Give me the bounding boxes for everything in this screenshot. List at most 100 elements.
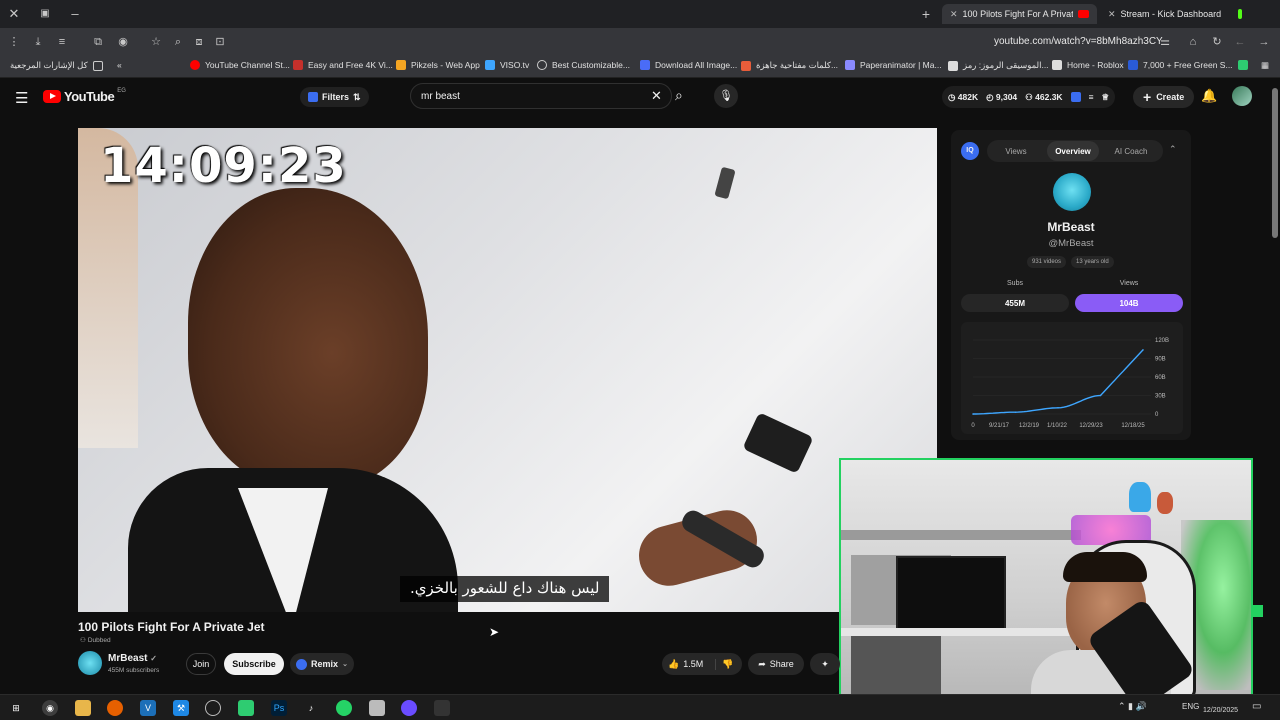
windows-start-icon[interactable]: ⊞ (8, 700, 24, 716)
tab-overview[interactable]: Overview (1047, 141, 1099, 161)
clear-search-icon[interactable]: ✕ (651, 88, 662, 104)
bookmark-item[interactable]: كلمات مفتاحية جاهزة... (741, 60, 838, 71)
menu-icon[interactable]: ⋮ (6, 34, 22, 50)
subs-label: Subs (1007, 280, 1023, 287)
cam-figure-2 (1157, 492, 1173, 514)
bookmark-item[interactable]: Pikzels - Web App (396, 60, 480, 70)
tab-ai-coach[interactable]: AI Coach (1103, 141, 1159, 161)
bookmark-item[interactable]: Home - Roblox (1052, 60, 1124, 70)
search-icon[interactable]: ⌕ (675, 87, 683, 104)
bookmark-item[interactable]: Download All Image... (640, 60, 737, 70)
viso-icon (485, 60, 495, 70)
create-button[interactable]: + Create (1133, 86, 1195, 108)
age-badge: 13 years old (1071, 256, 1114, 268)
app-icon[interactable]: ⚒ (173, 700, 189, 716)
ask-button[interactable]: ✦ (810, 653, 840, 675)
whatsapp-icon[interactable] (336, 700, 352, 716)
tab-label: 100 Pilots Fight For A Private Jet (962, 9, 1073, 19)
close-icon[interactable]: ✕ (5, 5, 23, 23)
firefox-icon[interactable] (107, 700, 123, 716)
remix-button[interactable]: Remix ⌄ (290, 653, 354, 675)
tray-icons[interactable]: ⌃ ▮ 🔊 (1118, 701, 1147, 712)
list-icon[interactable]: ≡ (1089, 92, 1094, 102)
youtube-logo[interactable]: YouTube EG (43, 88, 126, 104)
clock-date[interactable]: 12/20/2025 (1203, 707, 1238, 714)
tab-kick[interactable]: ✕ Stream - Kick Dashboard (1100, 4, 1250, 24)
subscribe-button[interactable]: Subscribe (224, 653, 284, 675)
globe-icon (537, 60, 547, 70)
page-scrollbar[interactable] (1272, 88, 1278, 238)
video-person (128, 168, 458, 612)
hamburger-menu-icon[interactable]: ☰ (15, 89, 28, 107)
bookmark-item[interactable]: YouTube Channel St... (190, 60, 290, 70)
bookmark-item[interactable]: الموسيقى الرموز: رمز... (948, 60, 1049, 71)
forward-icon[interactable]: ← (1232, 34, 1248, 50)
more-bookmarks-icon[interactable]: ▦ (1261, 60, 1269, 71)
music-icon (948, 60, 958, 71)
video-player[interactable] (78, 128, 937, 612)
back-icon[interactable]: → (1256, 34, 1272, 50)
chrome-icon[interactable]: ◉ (42, 700, 58, 716)
bookmark-star-icon[interactable]: ☆ (148, 34, 164, 50)
tab-active[interactable]: ✕ 100 Pilots Fight For A Private Jet (942, 4, 1097, 24)
channel-avatar-small[interactable] (78, 651, 102, 675)
notifications-bell-icon[interactable]: 🔔 (1201, 88, 1217, 104)
close-icon[interactable]: ✕ (1108, 9, 1116, 20)
chart-x-tick: 12/18/25 (1121, 423, 1145, 429)
bookmark-item[interactable]: Best Customizable... (537, 60, 630, 70)
verified-icon: ✓ (150, 654, 157, 663)
steam-icon[interactable] (205, 700, 221, 716)
download-icon[interactable]: ⤓ (30, 34, 46, 50)
bookmark-item[interactable]: Easy and Free 4K Vi... (293, 60, 393, 70)
screenshot-icon[interactable]: ⧉ (90, 34, 106, 50)
address-bar[interactable]: youtube.com/watch?v=8bMh8azh3CY (994, 36, 1163, 47)
filters-button[interactable]: Filters ⇅ (300, 87, 369, 107)
file-explorer-icon[interactable] (75, 700, 91, 716)
subs-toggle[interactable]: 455M (961, 294, 1069, 312)
analytics-panel: IQ Views Overview AI Coach ⌃ MrBeast @Mr… (951, 130, 1191, 440)
bookmark-all[interactable]: كل الإشارات المرجعية (10, 60, 103, 71)
home-icon[interactable]: ⌂ (1185, 34, 1201, 50)
close-icon[interactable]: ✕ (950, 9, 958, 20)
search-input[interactable]: mr beast ✕ (410, 83, 672, 109)
zoom-icon[interactable]: ⌕ (170, 34, 186, 50)
join-button[interactable]: Join (186, 653, 216, 675)
language-indicator[interactable]: ENG (1182, 702, 1199, 711)
download-icon (640, 60, 650, 70)
chevron-left-icon[interactable]: « (117, 60, 122, 70)
extension-icon[interactable]: ◉ (115, 34, 131, 50)
trophy-icon[interactable]: ♕ (1102, 92, 1110, 103)
tab-views[interactable]: Views (991, 141, 1041, 161)
visual-studio-icon[interactable]: V (140, 700, 156, 716)
bookmark-item[interactable]: Paperanimator | Ma... (845, 60, 942, 70)
avatar[interactable] (1232, 86, 1252, 106)
obs-icon[interactable] (401, 700, 417, 716)
thumbs-up-icon[interactable]: 👍 (668, 659, 679, 670)
app-icon-3[interactable] (434, 700, 450, 716)
reload-icon[interactable]: ↻ (1209, 34, 1225, 50)
new-tab-icon[interactable]: + (917, 5, 935, 23)
tab-search-icon[interactable]: ▣ (36, 5, 54, 23)
bookmark-item[interactable]: VISO.tv (485, 60, 529, 70)
channel-name-small[interactable]: MrBeast ✓ (108, 653, 157, 664)
notification-icon[interactable]: ▭ (1252, 701, 1261, 712)
iq-icon[interactable] (1070, 92, 1081, 102)
reading-list-icon[interactable]: ≡ (54, 34, 70, 50)
tiktok-icon[interactable]: ♪ (303, 700, 319, 716)
bookmark-item[interactable]: 7,000 + Free Green S... (1128, 60, 1248, 70)
minimize-icon[interactable]: – (66, 5, 84, 23)
translate-icon[interactable]: ⧈ (191, 34, 207, 50)
site-settings-icon[interactable]: ⚌ (1157, 34, 1173, 50)
cast-icon[interactable]: ⊡ (212, 34, 228, 50)
photoshop-icon[interactable]: Ps (271, 700, 287, 716)
green-app-icon[interactable] (238, 700, 254, 716)
views-toggle[interactable]: 104B (1075, 294, 1183, 312)
collapse-chevron-icon[interactable]: ⌃ (1169, 144, 1177, 155)
chevron-down-icon: ⌄ (342, 661, 348, 668)
app-icon-2[interactable] (369, 700, 385, 716)
share-button[interactable]: ➦ Share (748, 653, 804, 675)
chart-point (972, 413, 974, 415)
microphone-icon[interactable]: 🎙 (714, 84, 738, 108)
thumbs-down-icon[interactable]: 👎 (715, 658, 733, 670)
chart-y-tick: 120B (1155, 338, 1169, 344)
